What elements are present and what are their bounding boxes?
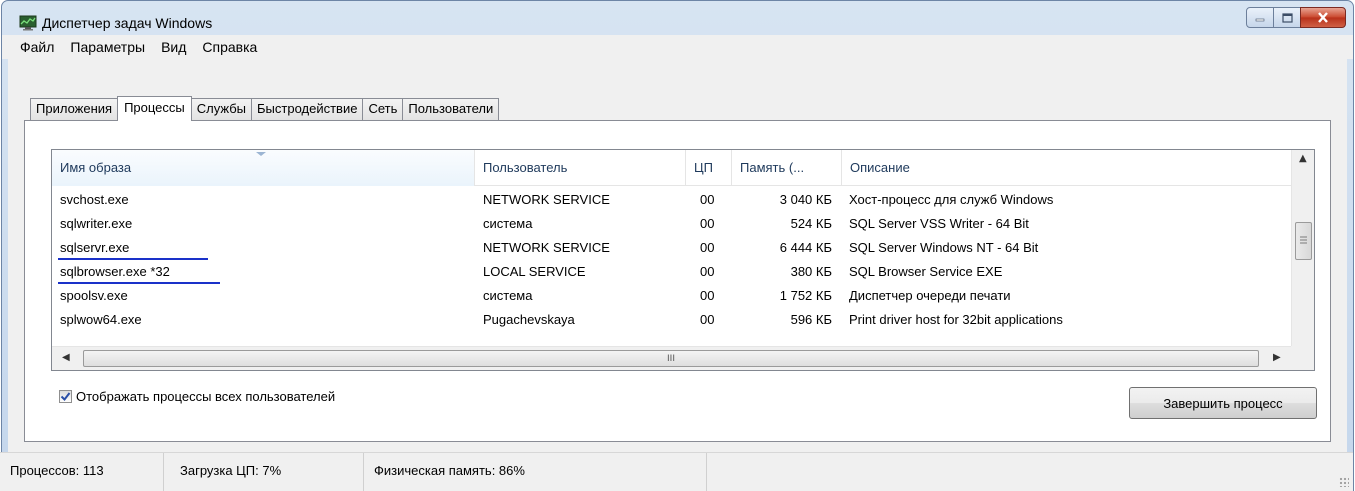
minimize-icon <box>1255 18 1265 21</box>
horizontal-scroll-thumb[interactable]: III <box>83 350 1259 367</box>
process-user: система <box>483 288 533 303</box>
process-description: SQL Browser Service EXE <box>849 264 1003 279</box>
tab-processes[interactable]: Процессы <box>117 96 192 121</box>
table-row[interactable]: sqlservr.exe NETWORK SERVICE 00 6 444 КБ SQL… <box>52 236 1292 260</box>
vertical-scrollbar[interactable]: ▲ <box>1291 150 1314 346</box>
scroll-left-icon[interactable]: ◀ <box>62 352 70 363</box>
process-cpu: 00 <box>700 240 715 255</box>
process-memory: 524 КБ <box>790 216 832 231</box>
window-title: Диспетчер задач Windows <box>42 15 213 31</box>
process-description: SQL Server Windows NT - 64 Bit <box>849 240 1039 255</box>
process-name: svchost.exe <box>60 192 129 207</box>
horizontal-scrollbar[interactable]: ◀ III ▶ <box>52 346 1292 370</box>
list-header: Имя образа Пользователь ЦП Память (... О… <box>52 150 1292 186</box>
status-cpu-usage: Загрузка ЦП: 7% <box>164 453 364 491</box>
show-all-processes-option[interactable]: Отображать процессы всех пользователей <box>59 389 335 404</box>
vertical-scroll-thumb[interactable] <box>1295 222 1312 260</box>
table-row[interactable]: svchost.exe NETWORK SERVICE 00 3 040 КБ Хост… <box>52 188 1292 212</box>
table-row[interactable]: splwow64.exe Pugachevskaya 00 596 КБ Print d… <box>52 308 1292 332</box>
checkmark-icon <box>60 392 71 402</box>
menu-file[interactable]: Файл <box>12 39 62 55</box>
close-icon <box>1318 12 1328 23</box>
minimize-button[interactable] <box>1246 7 1274 28</box>
process-cpu: 00 <box>700 264 715 279</box>
process-user: Pugachevskaya <box>483 312 575 327</box>
process-name: spoolsv.exe <box>60 288 128 303</box>
menu-view[interactable]: Вид <box>153 39 194 55</box>
menu-help[interactable]: Справка <box>194 39 265 55</box>
maximize-icon <box>1281 12 1293 23</box>
process-name: sqlbrowser.exe *32 <box>60 264 170 279</box>
menu-options[interactable]: Параметры <box>62 39 153 55</box>
process-cpu: 00 <box>700 288 715 303</box>
table-row[interactable]: sqlwriter.exe система 00 524 КБ SQL Server V… <box>52 212 1292 236</box>
process-cpu: 00 <box>700 192 715 207</box>
process-memory: 596 КБ <box>790 312 832 327</box>
tab-services[interactable]: Службы <box>190 98 253 120</box>
sort-indicator-icon <box>256 152 266 156</box>
column-label: Имя образа <box>60 160 132 175</box>
list-rows: svchost.exe NETWORK SERVICE 00 3 040 КБ Хост… <box>52 188 1292 332</box>
status-bar: Процессов: 113 Загрузка ЦП: 7% Физическа… <box>0 452 1353 491</box>
task-manager-app-icon <box>19 15 37 31</box>
process-memory: 380 КБ <box>790 264 832 279</box>
show-all-processes-label: Отображать процессы всех пользователей <box>76 389 336 404</box>
tab-strip: Приложения Процессы Службы Быстродействи… <box>30 96 500 121</box>
column-user[interactable]: Пользователь <box>475 150 686 186</box>
grip-icon <box>1300 236 1307 244</box>
scroll-up-icon[interactable]: ▲ <box>1299 153 1307 164</box>
process-description: SQL Server VSS Writer - 64 Bit <box>849 216 1029 231</box>
tab-performance[interactable]: Быстродействие <box>251 98 364 120</box>
maximize-button[interactable] <box>1273 7 1301 28</box>
process-user: NETWORK SERVICE <box>483 192 610 207</box>
column-image-name[interactable]: Имя образа <box>52 150 475 186</box>
window-controls <box>1246 7 1346 28</box>
process-user: система <box>483 216 533 231</box>
menu-bar: Файл Параметры Вид Справка <box>2 35 1353 59</box>
process-memory: 6 444 КБ <box>779 240 832 255</box>
tab-users[interactable]: Пользователи <box>402 98 500 120</box>
status-process-count: Процессов: 113 <box>0 453 164 491</box>
column-cpu[interactable]: ЦП <box>686 150 732 186</box>
resize-grip-icon[interactable] <box>1339 477 1349 487</box>
process-description: Print driver host for 32bit applications <box>849 312 1063 327</box>
process-memory: 3 040 КБ <box>779 192 832 207</box>
process-name: splwow64.exe <box>60 312 142 327</box>
process-cpu: 00 <box>700 312 715 327</box>
process-cpu: 00 <box>700 216 715 231</box>
process-list[interactable]: Имя образа Пользователь ЦП Память (... О… <box>51 149 1315 371</box>
tab-networking[interactable]: Сеть <box>362 98 404 120</box>
scroll-right-icon[interactable]: ▶ <box>1273 352 1281 363</box>
process-name: sqlwriter.exe <box>60 216 133 231</box>
process-user: NETWORK SERVICE <box>483 240 610 255</box>
process-description: Хост-процесс для служб Windows <box>849 192 1054 207</box>
process-user: LOCAL SERVICE <box>483 264 586 279</box>
status-physical-memory: Физическая память: 86% <box>364 453 707 491</box>
table-row[interactable]: spoolsv.exe система 00 1 752 КБ Диспетчер оч… <box>52 284 1292 308</box>
close-button[interactable] <box>1300 7 1346 28</box>
grip-icon: III <box>667 353 675 364</box>
column-description[interactable]: Описание <box>842 150 1292 186</box>
end-process-button[interactable]: Завершить процесс <box>1129 387 1317 419</box>
scroll-corner <box>1291 346 1314 370</box>
show-all-processes-checkbox[interactable] <box>59 390 72 403</box>
column-memory[interactable]: Память (... <box>732 150 842 186</box>
table-row[interactable]: sqlbrowser.exe *32 LOCAL SERVICE 00 380 КБ S… <box>52 260 1292 284</box>
process-name: sqlservr.exe <box>60 240 130 255</box>
process-memory: 1 752 КБ <box>779 288 832 303</box>
tab-applications[interactable]: Приложения <box>30 98 119 120</box>
process-description: Диспетчер очереди печати <box>849 288 1011 303</box>
